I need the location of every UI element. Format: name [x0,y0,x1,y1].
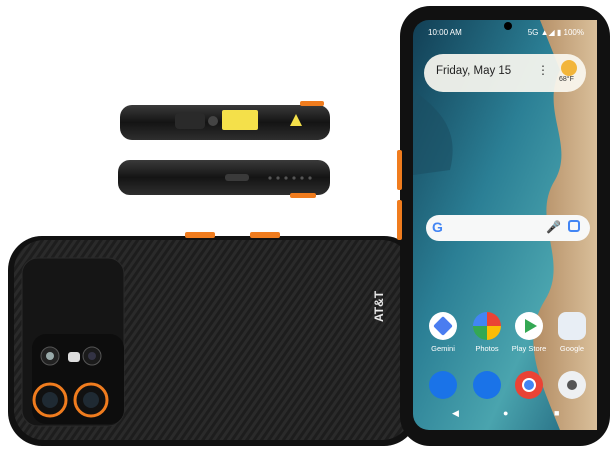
widget-date: Friday, May 15 [436,65,512,77]
widget-temperature: 68°F [559,76,574,83]
google-logo-icon: G [432,219,443,235]
app-label: Play Store [511,344,547,353]
google-search-bar[interactable]: G 🎤 [426,215,590,241]
app-gemini[interactable]: Gemini [421,312,465,353]
widget-menu-icon[interactable]: ⋮ [537,63,549,77]
phone-back [8,232,418,446]
gemini-icon [429,312,457,340]
att-logo: AT&T [372,290,386,322]
lens-icon[interactable] [568,220,580,232]
messages-icon[interactable] [473,371,501,399]
weather-sun-icon [561,60,577,76]
phone-bottom-edge [118,160,330,198]
status-indicators: 5G ▲◢ ▮ 100% [527,28,584,37]
app-label: Google [559,344,585,353]
nav-home-button[interactable]: ● [503,408,508,418]
app-photos[interactable]: Photos [465,312,509,353]
status-time: 10:00 AM [428,28,462,37]
date-weather-widget[interactable]: Friday, May 15 ⋮ 68°F [424,54,586,92]
app-google-folder[interactable]: Google [550,312,594,353]
mic-icon[interactable]: 🎤 [546,220,561,234]
app-label: Photos [475,344,499,353]
phone-top-edge [120,101,330,140]
nav-recents-button[interactable]: ■ [554,408,559,418]
play-store-icon [515,312,543,340]
google-folder-icon [558,312,586,340]
app-play-store[interactable]: Play Store [507,312,551,353]
nav-back-button[interactable]: ◀ [452,408,459,419]
status-bar: 10:00 AM 5G ▲◢ ▮ 100% [428,27,584,39]
phone-icon[interactable] [429,371,457,399]
laser-warning-sticker [222,110,258,130]
photos-icon [473,312,501,340]
app-label: Gemini [431,344,455,353]
